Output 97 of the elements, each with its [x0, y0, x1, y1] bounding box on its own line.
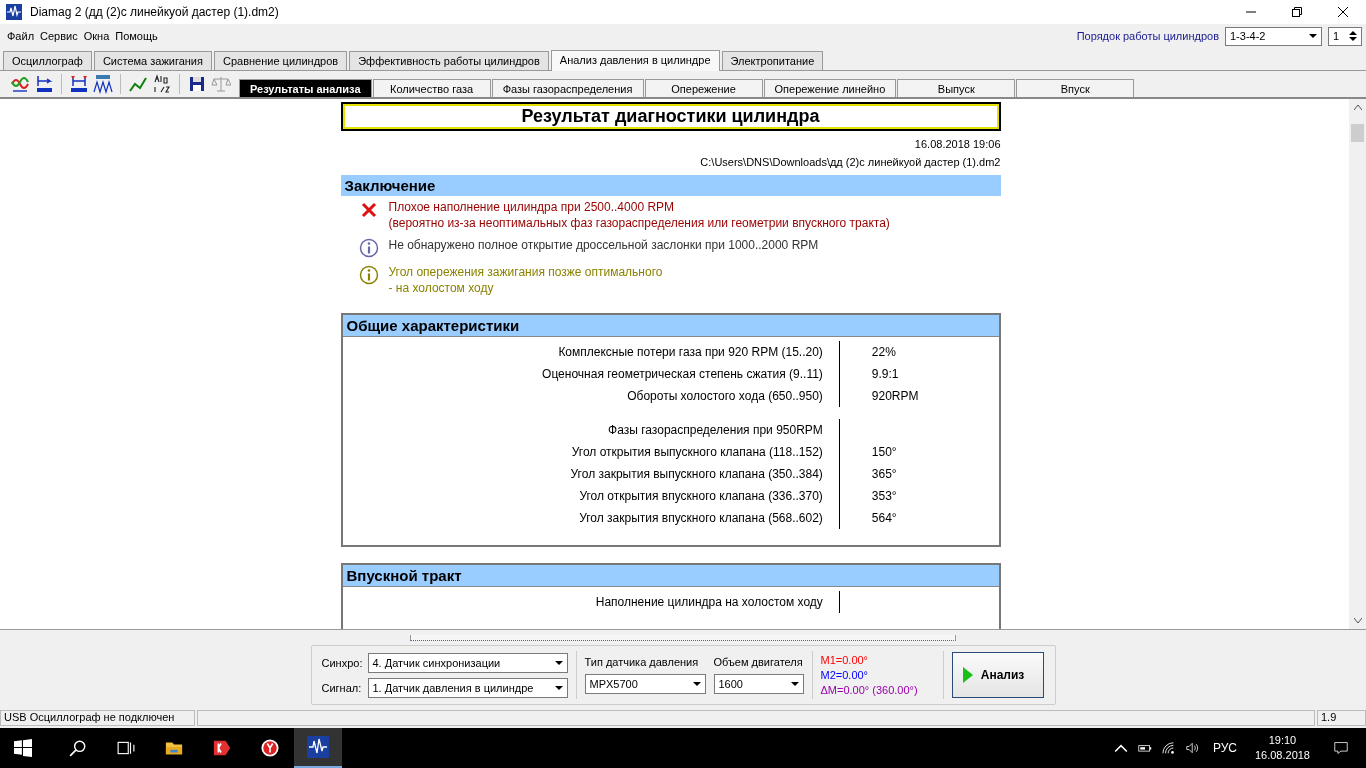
- parameter-value: 365°: [871, 467, 897, 481]
- cylinder-spinner[interactable]: 1: [1328, 26, 1362, 46]
- marker-reading: M2=0.00°: [820, 667, 869, 683]
- caret-icon: [692, 682, 701, 686]
- task-view-icon[interactable]: [117, 739, 135, 757]
- search-icon[interactable]: [69, 739, 87, 757]
- menu-item[interactable]: Помощь: [112, 30, 161, 42]
- parameter-value: 150°: [871, 445, 897, 459]
- sensor-dropdown[interactable]: MPX5700: [584, 674, 706, 694]
- app-icon: [6, 4, 22, 20]
- cylinder-order-label: Порядок работы цилиндров: [1076, 30, 1219, 42]
- auto-icon[interactable]: [69, 74, 89, 94]
- volume-dropdown[interactable]: 1600: [713, 674, 804, 694]
- section-header: Впускной тракт: [342, 565, 999, 587]
- subtab[interactable]: Впуск: [1016, 79, 1135, 97]
- flag-icon[interactable]: [213, 739, 231, 757]
- parameter-label: Оценочная геометрическая степень сжатия (9..11): [342, 363, 840, 385]
- version-text: 1.9: [1317, 710, 1366, 726]
- signal-dropdown[interactable]: 1. Датчик давления в цилиндре: [367, 677, 568, 698]
- marker-reading: ΔM=0.00° (360.00°): [820, 682, 919, 698]
- clock[interactable]: 19:10 16.08.2018: [1254, 733, 1310, 763]
- conclusion-text: (вероятно из-за неоптимальных фаз газораспределения или геометрии впускного тракта): [388, 215, 890, 231]
- menu-item[interactable]: Сервис: [37, 30, 81, 42]
- parameter-label: Наполнение цилиндра на холостом ходу: [342, 591, 840, 613]
- waveform-icon[interactable]: [10, 74, 30, 94]
- subtab[interactable]: Опережение: [644, 79, 763, 97]
- spinner-arrows-icon: [1349, 30, 1357, 42]
- marker-reading: M1=0.00°: [820, 652, 869, 668]
- peaks-icon[interactable]: [93, 74, 113, 94]
- subtab[interactable]: Количество газа: [372, 79, 491, 97]
- tab[interactable]: Сравнение цилиндров: [214, 51, 348, 70]
- conclusion-text: Не обнаружено полное открытие дроссельной заслонки при 1000..2000 RPM: [388, 237, 819, 253]
- notification-icon[interactable]: [1334, 741, 1348, 755]
- cursor-icon[interactable]: [34, 74, 54, 94]
- scroll-up-icon: [1353, 105, 1362, 110]
- info-icon: [358, 238, 379, 258]
- caret-icon: [554, 660, 563, 665]
- parameter-label: Обороты холостого хода (650..950): [342, 385, 840, 407]
- splitter[interactable]: [410, 635, 956, 641]
- play-icon: [962, 667, 973, 683]
- report-date: 16.08.2018 19:06: [913, 137, 1001, 152]
- caret-icon: [790, 682, 799, 686]
- parameter-label: Комплексные потери газа при 920 RPM (15..20): [342, 341, 840, 363]
- section-header: Общие характеристики: [342, 315, 999, 337]
- analyze-button[interactable]: Анализ: [951, 652, 1044, 698]
- tab[interactable]: Эффективность работы цилиндров: [349, 51, 549, 70]
- conclusion-text: - на холостом ходу: [388, 280, 495, 296]
- tab[interactable]: Система зажигания: [93, 51, 212, 70]
- parameter-value: 9.9:1: [871, 367, 899, 381]
- parameter-value: 22%: [871, 345, 896, 359]
- volume-icon[interactable]: [1185, 741, 1200, 755]
- tab[interactable]: Анализ давления в цилиндре: [550, 50, 720, 71]
- windows-start-icon[interactable]: [14, 739, 32, 757]
- restore-icon: [1292, 7, 1302, 17]
- file-path: C:\Users\DNS\Downloads\дд (2)с линейкуой дастер (1).dm2: [699, 155, 1001, 170]
- active-app-button[interactable]: [294, 728, 342, 768]
- parameter-label: Угол закрытия впускного клапана (568..602): [342, 507, 840, 529]
- subtab[interactable]: Выпуск: [897, 79, 1016, 97]
- language-indicator[interactable]: РУС: [1212, 741, 1237, 755]
- report-title: Результат диагностики цилиндра: [340, 102, 1001, 131]
- parameter-label: Угол открытия выпускного клапана (118..152): [342, 441, 840, 463]
- subtab[interactable]: Результаты анализа: [239, 79, 372, 97]
- tab[interactable]: Осциллограф: [3, 51, 92, 70]
- caret-icon: [554, 685, 563, 690]
- vertical-scrollbar[interactable]: [1349, 99, 1366, 629]
- section-header: Заключение: [340, 175, 1001, 196]
- parameter-value: 920RPM: [871, 389, 919, 403]
- menu-item[interactable]: Файл: [4, 30, 38, 42]
- parameter-value: 564°: [871, 511, 897, 525]
- signal-label: Сигнал:: [321, 681, 363, 694]
- conclusion-text: Угол опережения зажигания позже оптимального: [388, 264, 663, 280]
- parameter-label: Фазы газораспределения при 950RPM: [342, 419, 840, 441]
- subtab[interactable]: Опережение линейно: [763, 79, 897, 97]
- conclusion-text: Плохое наполнение цилиндра при 2500..4000 RPM: [388, 199, 676, 215]
- scrollbar-thumb[interactable]: [1351, 124, 1364, 142]
- sync-dropdown[interactable]: 4. Датчик синхронизации: [367, 652, 568, 673]
- subtab[interactable]: Фазы газораспределения: [491, 79, 644, 97]
- close-icon: [1338, 7, 1348, 17]
- save-icon[interactable]: [187, 74, 207, 94]
- waveform-icon: [307, 736, 329, 758]
- volume-label: Объем двигателя: [713, 656, 804, 668]
- tab[interactable]: Электропитание: [721, 51, 824, 70]
- status-message: USB Осциллограф не подключен: [0, 710, 195, 726]
- scroll-down-icon: [1353, 618, 1362, 623]
- algorithm-icon[interactable]: [152, 74, 172, 94]
- browser-icon[interactable]: [261, 739, 279, 757]
- caret-icon: [1309, 34, 1317, 38]
- parameter-label: Угол закрытия выпускного клапана (350..384): [342, 463, 840, 485]
- sync-label: Синхро:: [321, 656, 364, 669]
- sensor-label: Тип датчика давления: [584, 656, 700, 668]
- parameter-value: 353°: [871, 489, 897, 503]
- parameter-label: Угол открытия впускного клапана (336..370): [342, 485, 840, 507]
- menu-item[interactable]: Окна: [80, 30, 113, 42]
- info-icon: [358, 265, 379, 285]
- window-title: Diamag 2 (дд (2)с линейкуой дастер (1).dm2): [30, 5, 279, 19]
- wifi-icon[interactable]: [1161, 741, 1176, 755]
- cylinder-order-dropdown[interactable]: 1-3-4-2: [1225, 26, 1322, 46]
